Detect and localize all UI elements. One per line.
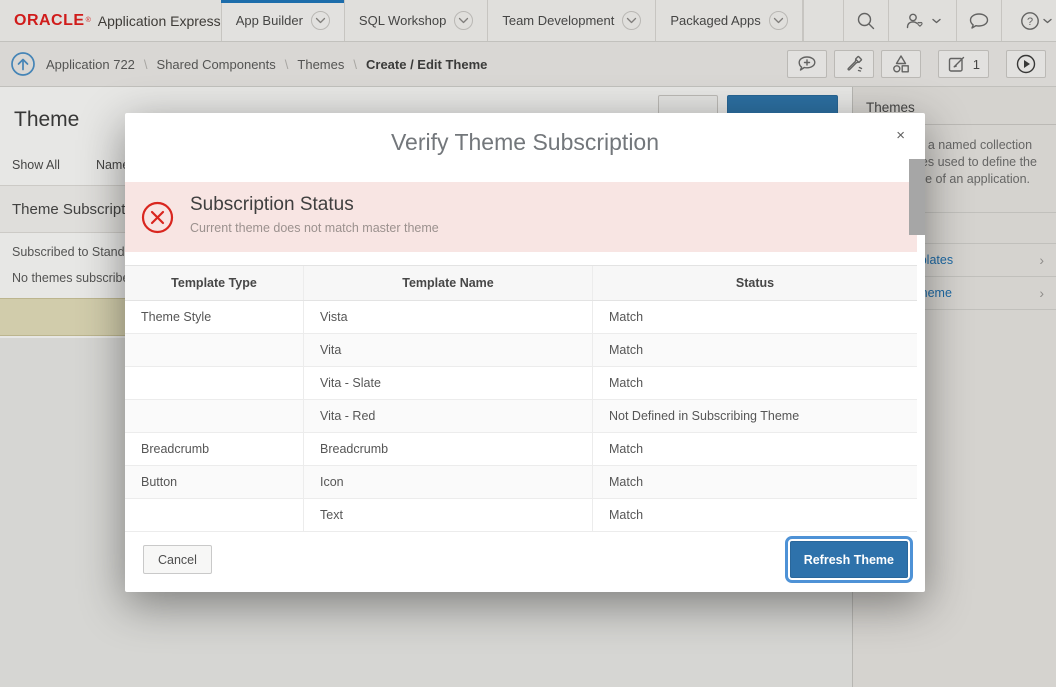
template-status-table: Template TypeTemplate NameStatus Theme S… [125,265,917,532]
dialog-footer: Cancel Refresh Theme [125,532,925,592]
table-cell: Button [125,466,304,498]
table-row: Vita - SlateMatch [125,367,917,400]
table-cell: Match [593,466,917,498]
table-row: ButtonIconMatch [125,466,917,499]
table-cell: Icon [304,466,593,498]
table-cell: Match [593,367,917,399]
table-header-row: Template TypeTemplate NameStatus [125,265,917,301]
table-row: Theme StyleVistaMatch [125,301,917,334]
table-cell: Text [304,499,593,531]
table-header-cell: Template Type [125,266,304,300]
dialog-scrollbar-thumb[interactable] [909,159,925,235]
table-cell [125,334,304,366]
table-cell: Not Defined in Subscribing Theme [593,400,917,432]
table-cell: Match [593,301,917,333]
table-cell [125,367,304,399]
subscription-status-alert: Subscription Status Current theme does n… [125,182,917,252]
table-cell: Match [593,499,917,531]
table-cell [125,499,304,531]
table-cell: Vita - Red [304,400,593,432]
alert-message: Current theme does not match master them… [190,221,439,235]
table-header-cell: Template Name [304,266,593,300]
verify-theme-subscription-dialog: Verify Theme Subscription × Subscription… [125,113,925,592]
close-icon[interactable]: × [896,127,905,144]
table-cell [125,400,304,432]
table-row: TextMatch [125,499,917,532]
error-circle-icon [141,201,174,234]
table-row: Vita - RedNot Defined in Subscribing The… [125,400,917,433]
table-body: Theme StyleVistaMatchVitaMatchVita - Sla… [125,301,917,532]
cancel-button[interactable]: Cancel [143,545,212,574]
alert-title: Subscription Status [190,194,354,216]
dialog-title: Verify Theme Subscription [125,113,925,170]
table-cell: Breadcrumb [125,433,304,465]
table-cell: Match [593,433,917,465]
table-row: VitaMatch [125,334,917,367]
table-cell: Vita [304,334,593,366]
refresh-theme-button[interactable]: Refresh Theme [790,541,908,578]
table-row: BreadcrumbBreadcrumbMatch [125,433,917,466]
table-cell: Breadcrumb [304,433,593,465]
table-header-cell: Status [593,266,917,300]
table-cell: Vita - Slate [304,367,593,399]
table-cell: Match [593,334,917,366]
table-cell: Theme Style [125,301,304,333]
table-cell: Vista [304,301,593,333]
